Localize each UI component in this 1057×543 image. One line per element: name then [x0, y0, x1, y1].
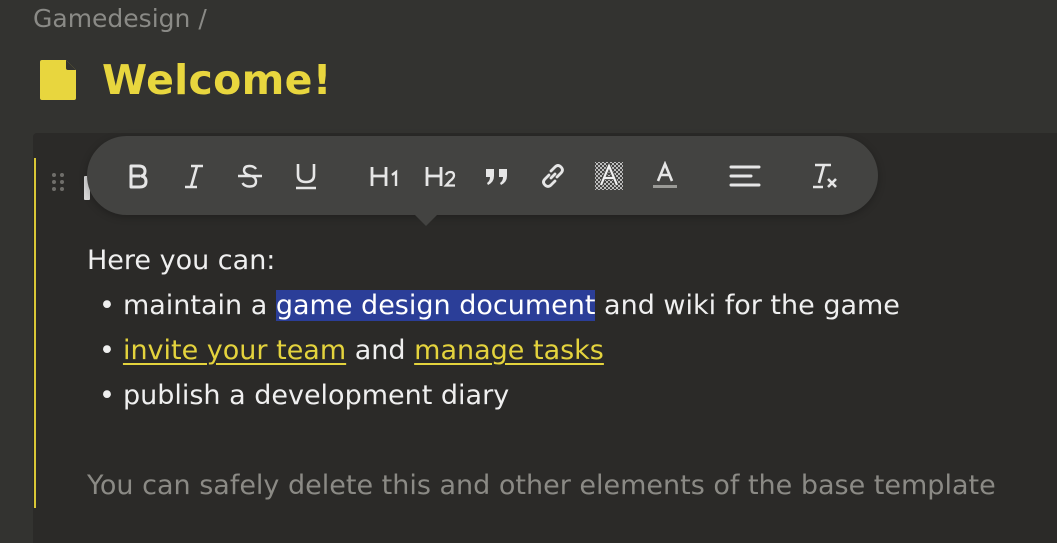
page-header: Welcome! — [38, 52, 332, 108]
italic-icon — [185, 164, 203, 189]
align-icon — [729, 165, 761, 187]
manage-tasks-link[interactable]: manage tasks — [414, 335, 604, 366]
bullet: • — [99, 335, 115, 366]
clear-format-button[interactable] — [805, 156, 845, 196]
invite-team-link[interactable]: invite your team — [123, 335, 346, 366]
text-color-icon — [653, 161, 677, 188]
highlight-icon — [595, 161, 623, 190]
toolbar-pointer — [413, 213, 439, 226]
item-text: and — [354, 335, 406, 366]
breadcrumb-workspace[interactable]: Gamedesign — [33, 4, 190, 33]
strikethrough-button[interactable] — [230, 156, 270, 196]
breadcrumb-separator: / — [198, 4, 207, 33]
selected-text[interactable]: game design document — [275, 290, 596, 321]
bullet: • — [99, 290, 115, 321]
italic-button[interactable] — [174, 156, 214, 196]
underline-button[interactable] — [286, 156, 326, 196]
breadcrumb[interactable]: Gamedesign / — [33, 4, 207, 33]
document-content[interactable]: Here you can: • maintain a game design do… — [87, 238, 996, 508]
list-item[interactable]: • maintain a game design document and wik… — [87, 283, 996, 328]
heading-2-button[interactable] — [421, 156, 461, 196]
heading-1-button[interactable] — [365, 156, 405, 196]
bullet: • — [99, 380, 115, 411]
link-button[interactable] — [533, 156, 573, 196]
bold-button[interactable] — [118, 156, 158, 196]
template-hint[interactable]: You can safely delete this and other ele… — [87, 463, 996, 508]
list-item[interactable]: • publish a development diary — [87, 373, 996, 418]
align-button[interactable] — [725, 156, 765, 196]
list-item[interactable]: • invite your team and manage tasks — [87, 328, 996, 373]
item-text: maintain a — [122, 290, 268, 321]
quote-icon — [486, 169, 507, 185]
highlight-button[interactable] — [589, 156, 629, 196]
page-title[interactable]: Welcome! — [102, 56, 332, 104]
link-icon — [542, 164, 564, 188]
item-text: and wiki for the game — [604, 290, 900, 321]
bold-icon — [129, 164, 148, 189]
note-icon[interactable] — [38, 58, 78, 102]
drag-handle-icon[interactable] — [50, 171, 66, 193]
block-selection-bar — [34, 158, 36, 508]
underline-icon — [296, 164, 316, 190]
strikethrough-icon — [238, 164, 262, 188]
formatting-toolbar — [87, 136, 878, 215]
heading-2-icon — [425, 167, 456, 187]
item-text: publish a development diary — [122, 380, 510, 411]
quote-button[interactable] — [477, 156, 517, 196]
text-color-button[interactable] — [645, 156, 685, 196]
intro-text[interactable]: Here you can: — [87, 238, 996, 283]
heading-1-icon — [370, 167, 398, 186]
clear-format-icon — [813, 163, 837, 189]
